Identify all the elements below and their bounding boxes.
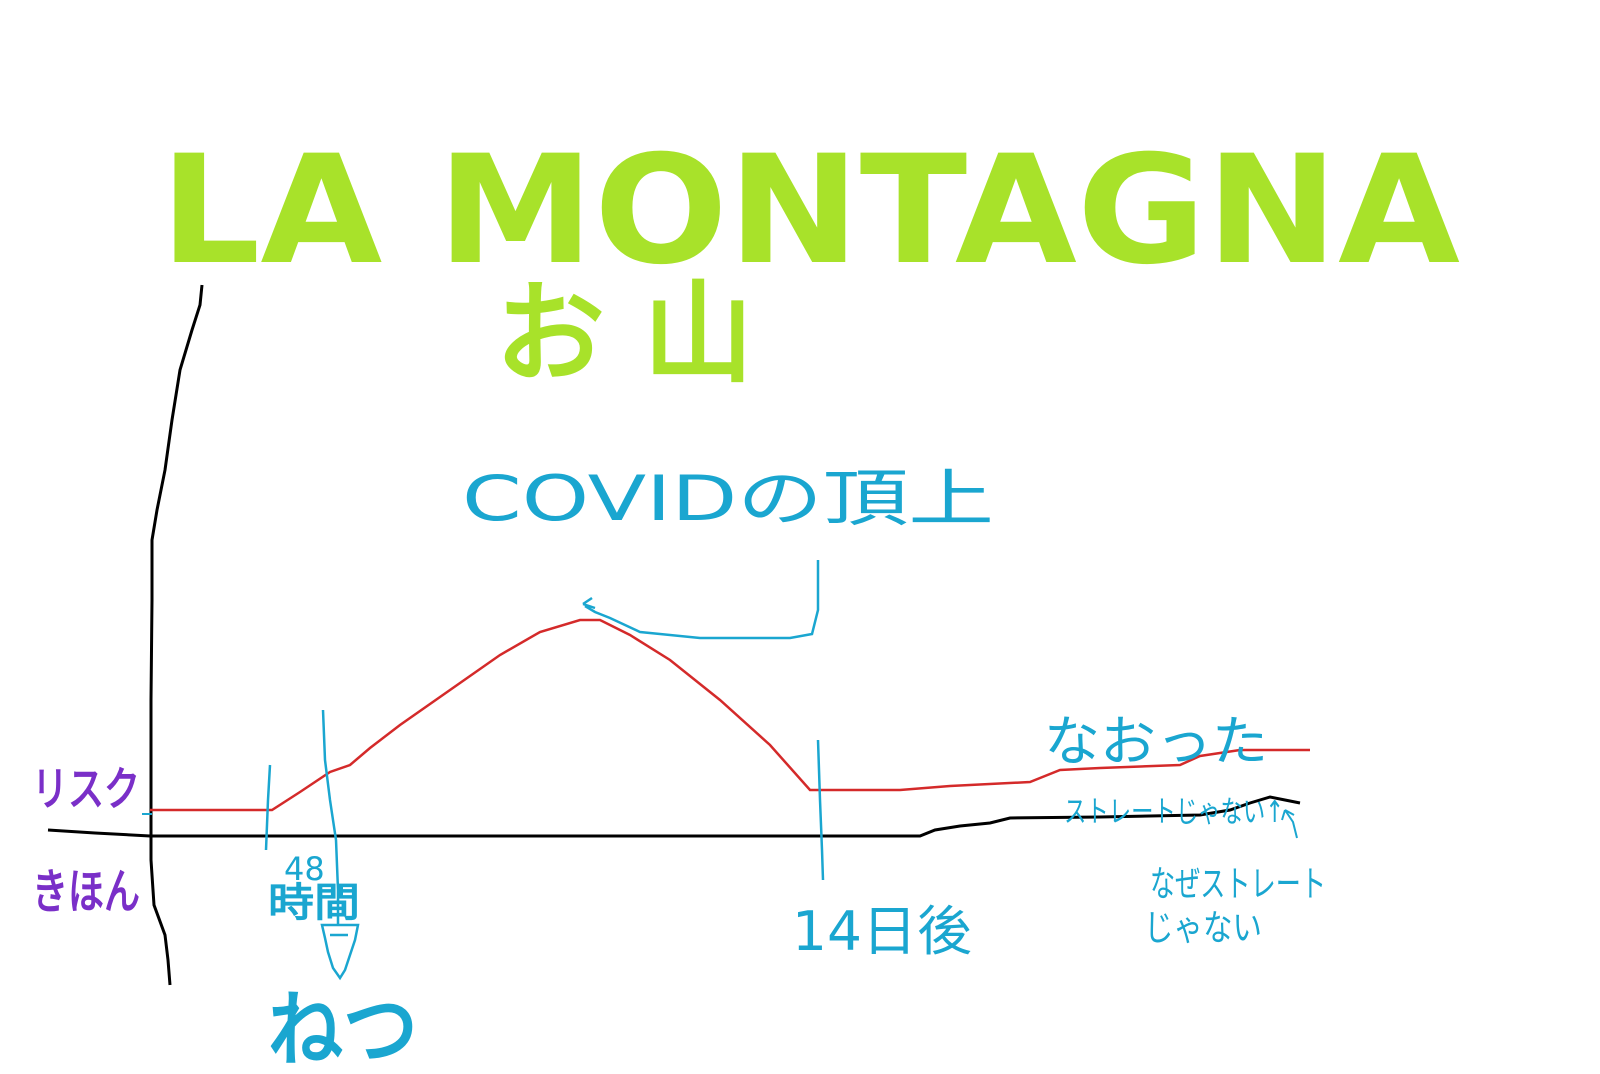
wobble-arrow-icon: [1281, 809, 1298, 839]
risk-label: リスク: [32, 762, 140, 816]
sleep-label: ねつ: [268, 983, 418, 1074]
baseline-label: きほん: [32, 864, 140, 920]
sleep-arrow-icon: [320, 923, 360, 981]
why-label-line2: じゃない: [1144, 908, 1262, 949]
peak-pointer: [582, 560, 820, 640]
recovered-label: なおった: [1044, 710, 1268, 773]
not-straight-label: ストレートじゃない↑: [1064, 795, 1284, 830]
peak-label: COVIDの頂上: [462, 462, 994, 535]
diagram-title: LA MONTAGNA: [160, 124, 1460, 298]
marker-14d: [816, 739, 825, 881]
y-axis-line: [149, 284, 204, 986]
days-label: 14日後: [792, 900, 972, 963]
hours-label: 時間: [268, 880, 360, 926]
diagram-canvas: LA MONTAGNA お 山 COVIDの頂上 リスク きほん 48 時間 ね…: [32, 124, 1460, 1074]
diagram-subtitle: お 山: [495, 270, 753, 398]
why-label-line1: なぜストレート: [1150, 864, 1326, 905]
